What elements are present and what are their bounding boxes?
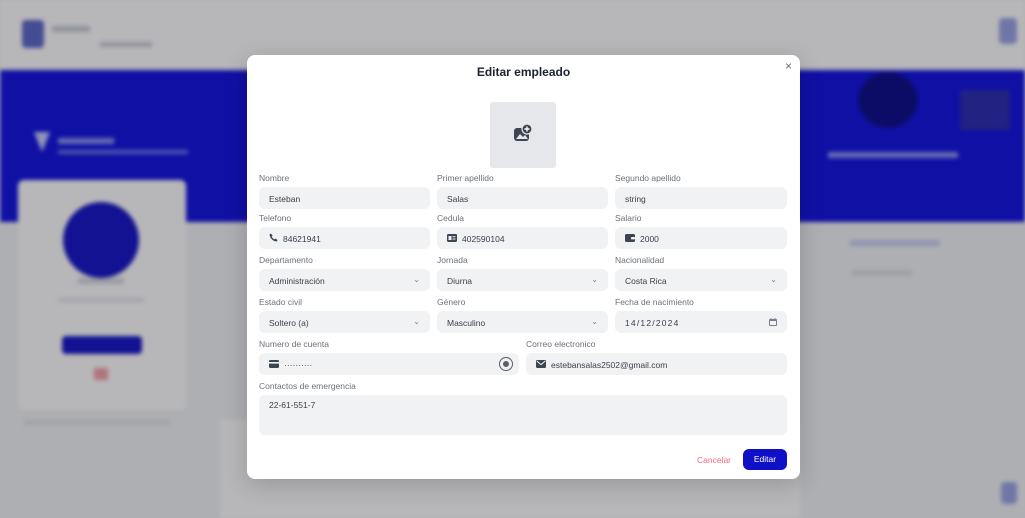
genero-label: Género (437, 297, 466, 307)
mail-icon (536, 359, 546, 368)
primer-apellido-label: Primer apellido (437, 173, 494, 183)
edit-employee-modal: × Editar empleado Nombre Esteban Primer … (247, 55, 800, 479)
nombre-label: Nombre (259, 173, 290, 183)
correo-input[interactable]: estebansalas2502@gmail.com (526, 353, 787, 375)
cedula-input[interactable]: 402590104 (437, 227, 608, 249)
phone-icon (269, 233, 278, 242)
jornada-select[interactable]: Diurna ⌄ (437, 269, 608, 291)
fecha-nacimiento-input[interactable]: 14/12/2024 (615, 311, 787, 333)
photo-upload-button[interactable] (490, 102, 556, 168)
nombre-input[interactable]: Esteban (259, 187, 430, 209)
telefono-input[interactable]: 84621941 (259, 227, 430, 249)
salario-label: Salario (615, 213, 642, 223)
chevron-down-icon: ⌄ (413, 275, 420, 284)
contactos-emergencia-textarea[interactable]: 22-61-551-7 (259, 395, 787, 435)
credit-card-icon (269, 359, 279, 368)
cedula-label: Cedula (437, 213, 464, 223)
numero-cuenta-label: Numero de cuenta (259, 339, 329, 349)
estado-civil-select[interactable]: Soltero (a) ⌄ (259, 311, 430, 333)
nacionalidad-select[interactable]: Costa Rica ⌄ (615, 269, 787, 291)
correo-label: Correo electronico (526, 339, 596, 349)
genero-select[interactable]: Masculino ⌄ (437, 311, 608, 333)
wallet-icon (625, 233, 635, 242)
segundo-apellido-input[interactable]: string (615, 187, 787, 209)
estado-civil-label: Estado civil (259, 297, 302, 307)
cancel-button[interactable]: Cancelar (697, 455, 731, 465)
salario-input[interactable]: 2000 (615, 227, 787, 249)
segundo-apellido-label: Segundo apellido (615, 173, 681, 183)
contactos-label: Contactos de emergencia (259, 381, 356, 391)
nacionalidad-label: Nacionalidad (615, 255, 665, 265)
add-image-icon (514, 124, 533, 141)
departamento-label: Departamento (259, 255, 313, 265)
telefono-label: Telefono (259, 213, 292, 223)
modal-title: Editar empleado (476, 65, 571, 79)
id-card-icon (447, 233, 457, 242)
chevron-down-icon: ⌄ (591, 317, 598, 326)
chevron-down-icon: ⌄ (591, 275, 598, 284)
jornada-label: Jornada (437, 255, 468, 265)
chevron-down-icon: ⌄ (770, 275, 777, 284)
departamento-select[interactable]: Administración ⌄ (259, 269, 430, 291)
primer-apellido-input[interactable]: Salas (437, 187, 608, 209)
numero-cuenta-input[interactable]: ·········· (259, 353, 519, 375)
eye-icon[interactable] (499, 357, 513, 371)
edit-button[interactable]: Editar (743, 449, 787, 470)
calendar-icon[interactable] (769, 318, 777, 326)
fecha-nacimiento-label: Fecha de nacimiento (615, 297, 694, 307)
chevron-down-icon: ⌄ (413, 317, 420, 326)
